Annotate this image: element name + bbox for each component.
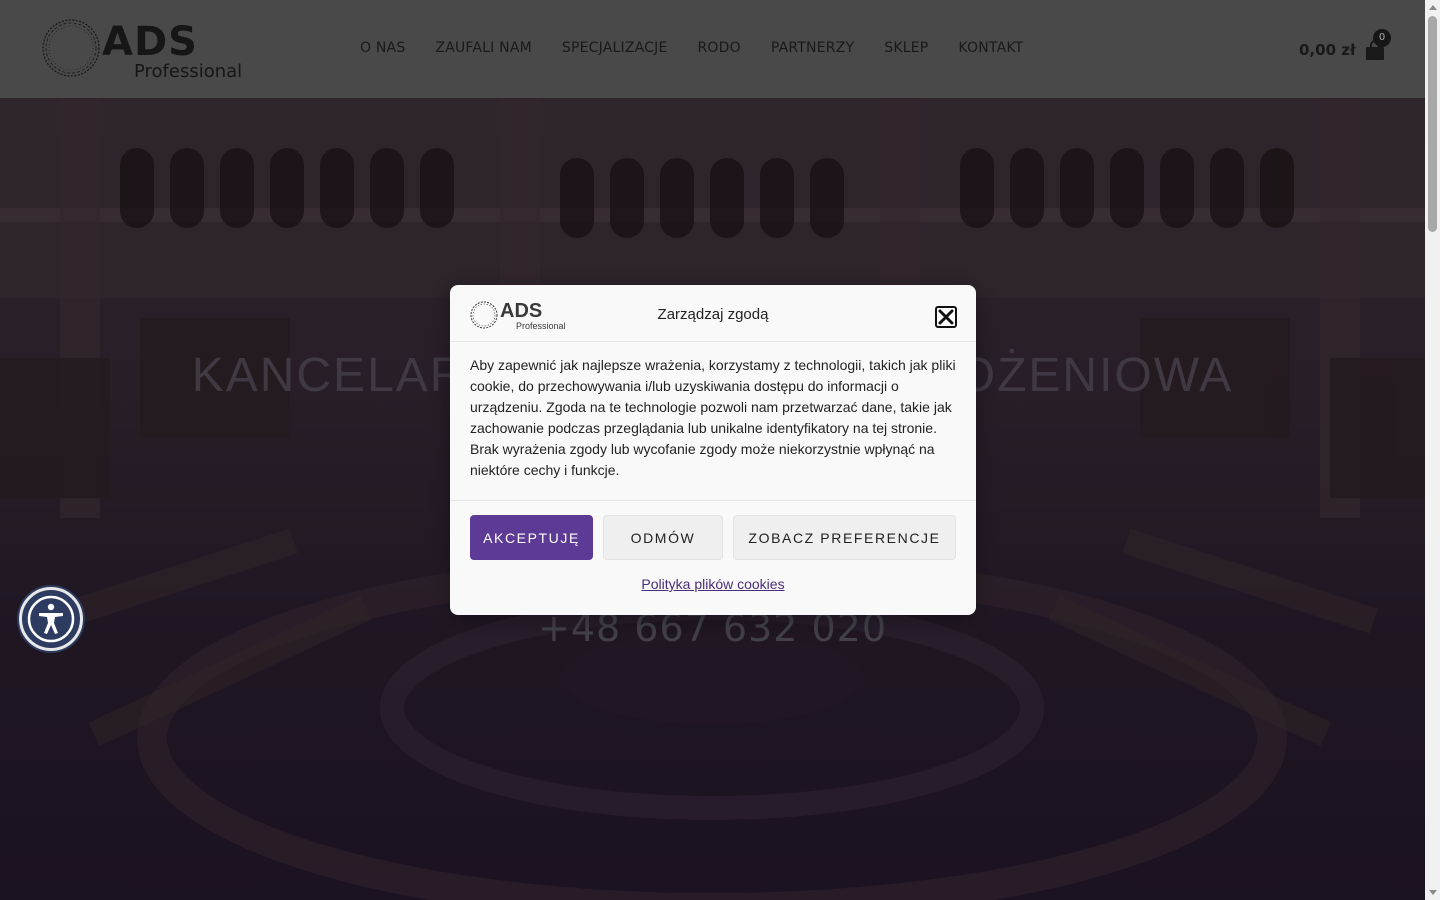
scroll-up-arrow-icon[interactable] — [1429, 5, 1437, 10]
accessibility-icon — [27, 595, 75, 643]
scroll-down-arrow-icon[interactable] — [1429, 890, 1437, 895]
dialog-divider — [450, 500, 976, 501]
dialog-close-button[interactable] — [935, 306, 957, 328]
cookie-policy-link[interactable]: Polityka plików cookies — [450, 576, 976, 592]
scrollbar-thumb[interactable] — [1428, 16, 1437, 232]
dialog-message: Aby zapewnić jak najlepsze wrażenia, kor… — [470, 357, 956, 478]
view-preferences-button[interactable]: ZOBACZ PREFERENCJE — [733, 515, 956, 560]
dialog-header: ADS Professional Zarządzaj zgodą — [450, 285, 976, 342]
accept-button[interactable]: AKCEPTUJĘ — [470, 515, 593, 560]
close-icon — [938, 309, 954, 325]
page-scrollbar[interactable] — [1425, 0, 1440, 900]
accessibility-button[interactable] — [19, 587, 83, 651]
deny-button[interactable]: ODMÓW — [603, 515, 723, 560]
cookie-consent-dialog: ADS Professional Zarządzaj zgodą Aby zap… — [450, 285, 976, 615]
dialog-title: Zarządzaj zgodą — [657, 306, 769, 323]
